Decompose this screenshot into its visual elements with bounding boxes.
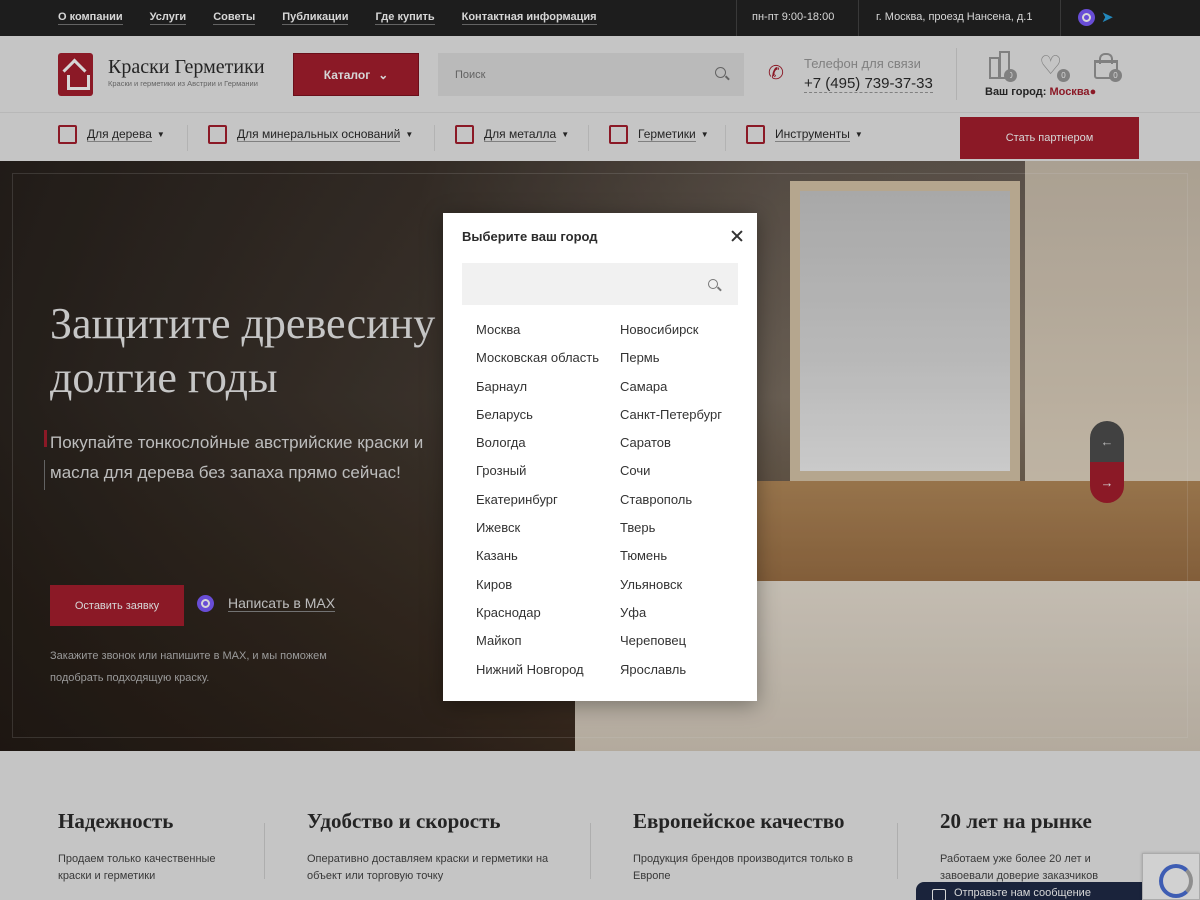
city-option[interactable]: Вологда xyxy=(476,434,599,462)
city-option[interactable]: Тверь xyxy=(620,519,722,547)
city-option[interactable]: Екатеринбург xyxy=(476,491,599,519)
city-option[interactable]: Тюмень xyxy=(620,547,722,575)
city-option[interactable]: Санкт-Петербург xyxy=(620,406,722,434)
city-option[interactable]: Ярославль xyxy=(620,661,722,689)
city-option[interactable]: Нижний Новгород xyxy=(476,661,599,689)
city-option[interactable]: Новосибирск xyxy=(620,321,722,349)
search-icon[interactable] xyxy=(708,279,718,289)
city-list-col2: Новосибирск Пермь Самара Санкт-Петербург… xyxy=(620,321,722,689)
city-option[interactable]: Саратов xyxy=(620,434,722,462)
city-option[interactable]: Ижевск xyxy=(476,519,599,547)
city-search-input[interactable] xyxy=(462,263,692,305)
city-option[interactable]: Московская область xyxy=(476,349,599,377)
city-option[interactable]: Уфа xyxy=(620,604,722,632)
city-option[interactable]: Грозный xyxy=(476,462,599,490)
city-option[interactable]: Краснодар xyxy=(476,604,599,632)
close-icon[interactable] xyxy=(730,229,744,243)
city-option[interactable]: Майкоп xyxy=(476,632,599,660)
city-option[interactable]: Ставрополь xyxy=(620,491,722,519)
city-option[interactable]: Москва xyxy=(476,321,599,349)
city-option[interactable]: Барнаул xyxy=(476,378,599,406)
city-option[interactable]: Ульяновск xyxy=(620,576,722,604)
city-option[interactable]: Сочи xyxy=(620,462,722,490)
city-option[interactable]: Самара xyxy=(620,378,722,406)
modal-title: Выберите ваш город xyxy=(462,229,598,244)
city-option[interactable]: Киров xyxy=(476,576,599,604)
city-list-col1: Москва Московская область Барнаул Белару… xyxy=(476,321,599,689)
city-option[interactable]: Пермь xyxy=(620,349,722,377)
city-option[interactable]: Казань xyxy=(476,547,599,575)
city-select-modal: Выберите ваш город Москва Московская обл… xyxy=(443,213,757,701)
city-option[interactable]: Череповец xyxy=(620,632,722,660)
city-search-box xyxy=(462,263,738,305)
city-option[interactable]: Беларусь xyxy=(476,406,599,434)
